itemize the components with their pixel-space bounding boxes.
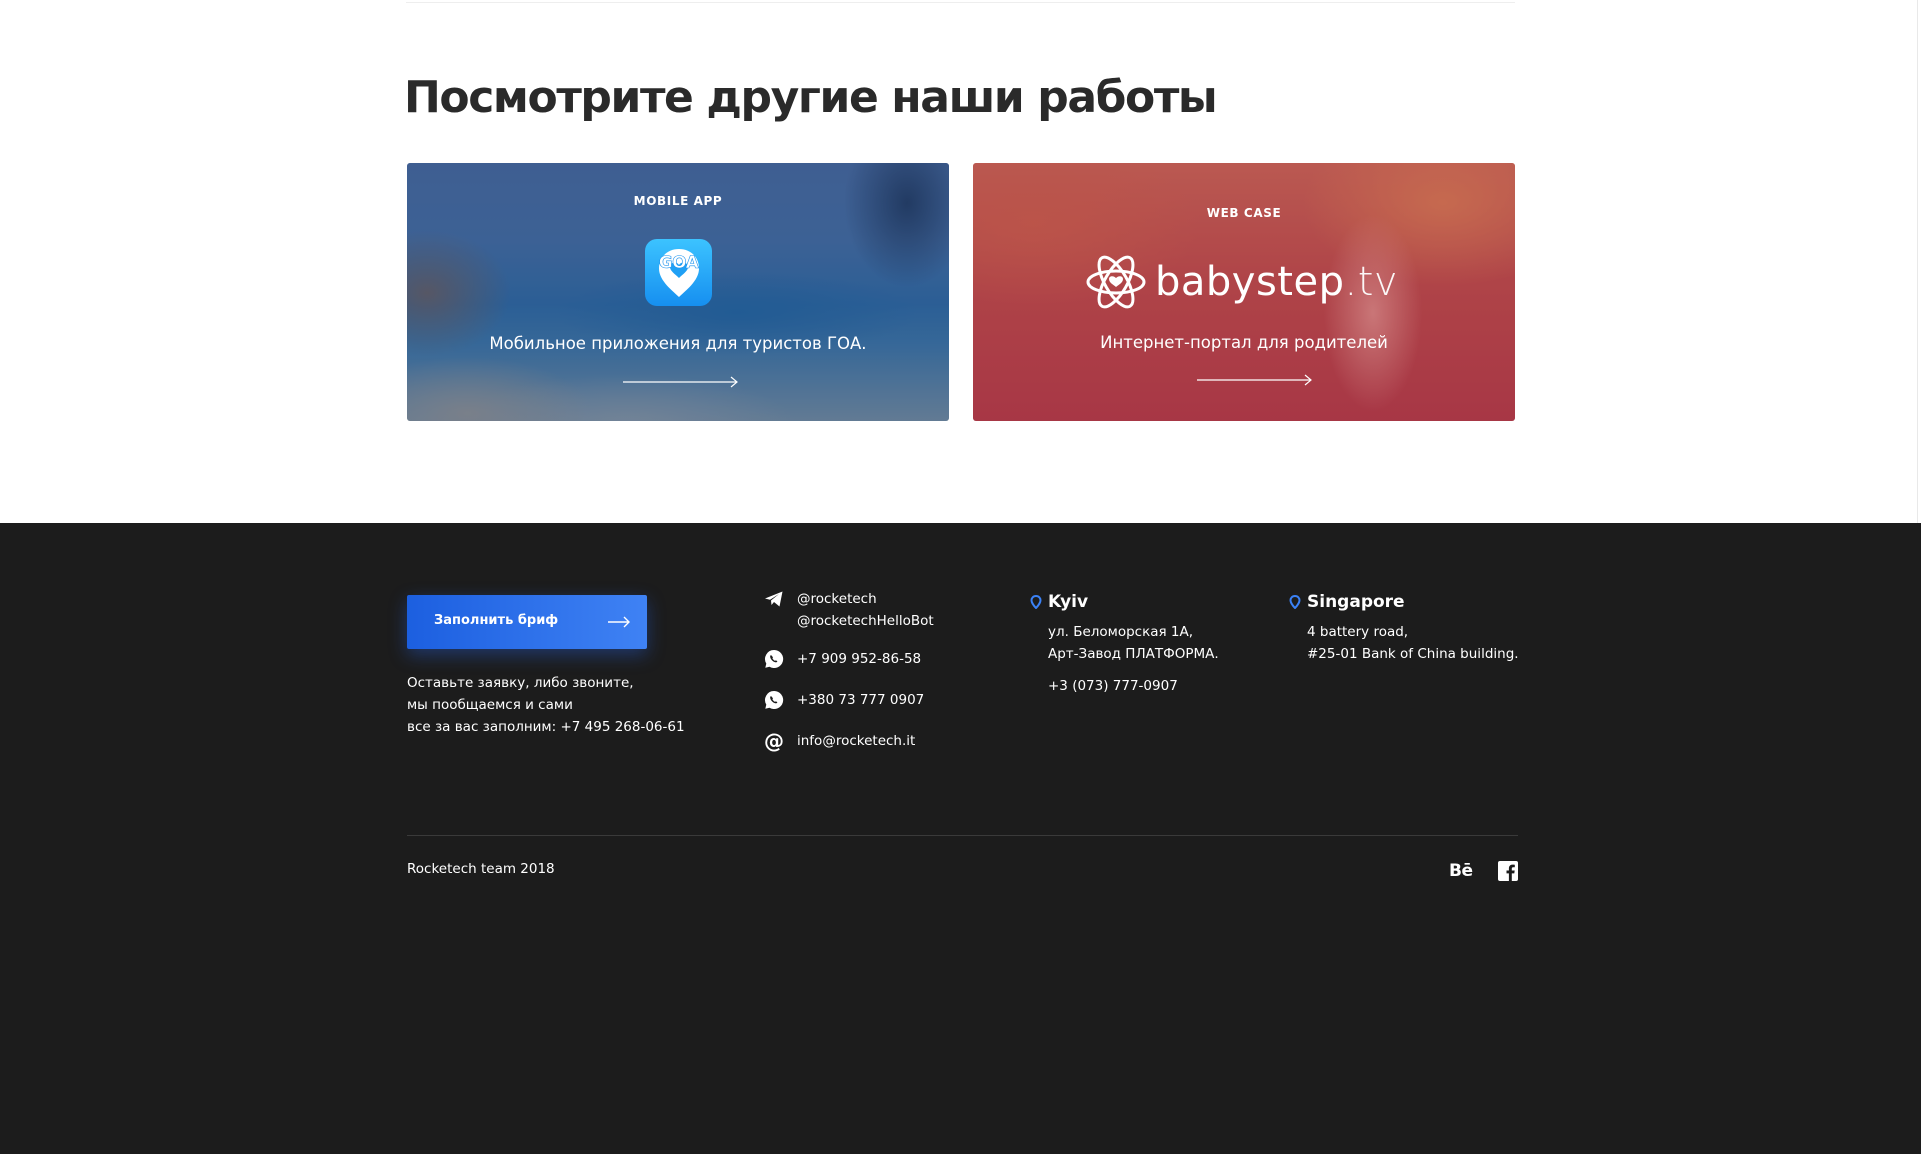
- phone-link[interactable]: +380 73 777 0907: [797, 689, 924, 711]
- logo-suffix: .tv: [1344, 259, 1399, 305]
- goa-app-icon: GOA: [645, 239, 712, 306]
- footer-divider: [407, 835, 1518, 836]
- behance-icon[interactable]: Bē: [1449, 861, 1473, 881]
- email-link[interactable]: info@rocketech.it: [797, 730, 915, 752]
- office-singapore: Singapore 4 battery road, #25-01 Bank of…: [1289, 588, 1519, 665]
- arrow-right-icon: [608, 616, 630, 628]
- location-pin-icon: [1289, 595, 1301, 609]
- whatsapp-icon: [763, 648, 785, 670]
- goa-icon-text: GOA: [658, 253, 699, 274]
- footer-note-line: мы пообщаемся и сами: [407, 697, 573, 713]
- office-address-line: ул. Беломорская 1А,: [1048, 624, 1194, 640]
- copyright: Rocketech team 2018: [407, 861, 555, 877]
- case-card-babystep[interactable]: WEB CASE babystep.tv Интернет-портал для…: [973, 163, 1515, 421]
- case-card-goa[interactable]: MOBILE APP GOA Мобильное приложения для …: [407, 163, 949, 421]
- arrow-right-icon[interactable]: [1195, 373, 1315, 387]
- top-divider: [406, 2, 1515, 3]
- location-pin-icon: [1030, 595, 1042, 609]
- card-category: MOBILE APP: [633, 194, 723, 208]
- contact-email: @ info@rocketech.it: [763, 729, 915, 753]
- office-kyiv: Kyiv ул. Беломорская 1А, Арт-Завод ПЛАТФ…: [1030, 588, 1219, 694]
- office-address-line: #25-01 Bank of China building.: [1307, 646, 1519, 662]
- footer-note-line: Оставьте заявку, либо звоните,: [407, 675, 634, 691]
- logo-main: babystep: [1155, 259, 1345, 305]
- telegram-bot-link[interactable]: @rocketechHelloBot: [797, 610, 934, 632]
- footer-note-line: все за вас заполним: +7 495 268-06-61: [407, 719, 685, 735]
- facebook-icon[interactable]: [1498, 861, 1518, 881]
- babystep-logo-text: babystep.tv: [1155, 262, 1398, 302]
- contact-whatsapp-1: +7 909 952-86-58: [763, 648, 921, 670]
- page: Посмотрите другие наши работы MOBILE APP…: [0, 0, 1921, 1154]
- office-city: Kyiv: [1048, 592, 1089, 612]
- babystep-atom-heart-logo: [1086, 255, 1146, 309]
- office-phone[interactable]: +3 (073) 777-0907: [1048, 678, 1219, 694]
- contact-whatsapp-2: +380 73 777 0907: [763, 689, 924, 711]
- card-category: WEB CASE: [1206, 206, 1282, 220]
- whatsapp-icon: [763, 689, 785, 711]
- card-description: Интернет-портал для родителей: [1100, 333, 1388, 352]
- footer-note: Оставьте заявку, либо звоните, мы пообща…: [407, 672, 707, 738]
- footer: Заполнить бриф Оставьте заявку, либо зво…: [0, 523, 1921, 1154]
- fill-brief-label: Заполнить бриф: [434, 613, 559, 628]
- office-city: Singapore: [1307, 592, 1405, 612]
- phone-link[interactable]: +7 909 952-86-58: [797, 648, 921, 670]
- arrow-right-icon[interactable]: [621, 375, 741, 389]
- telegram-link[interactable]: @rocketech: [797, 588, 934, 610]
- at-sign-icon: @: [764, 729, 784, 753]
- telegram-icon: [763, 588, 785, 610]
- office-address-line: Арт-Завод ПЛАТФОРМА.: [1048, 646, 1219, 662]
- contact-telegram: @rocketech @rocketechHelloBot: [763, 588, 934, 632]
- section-title: Посмотрите другие наши работы: [404, 72, 1218, 123]
- fill-brief-button[interactable]: Заполнить бриф: [407, 595, 647, 649]
- babystep-logo: babystep.tv: [1085, 251, 1405, 313]
- office-address-line: 4 battery road,: [1307, 624, 1409, 640]
- card-description: Мобильное приложения для туристов ГОА.: [489, 334, 867, 353]
